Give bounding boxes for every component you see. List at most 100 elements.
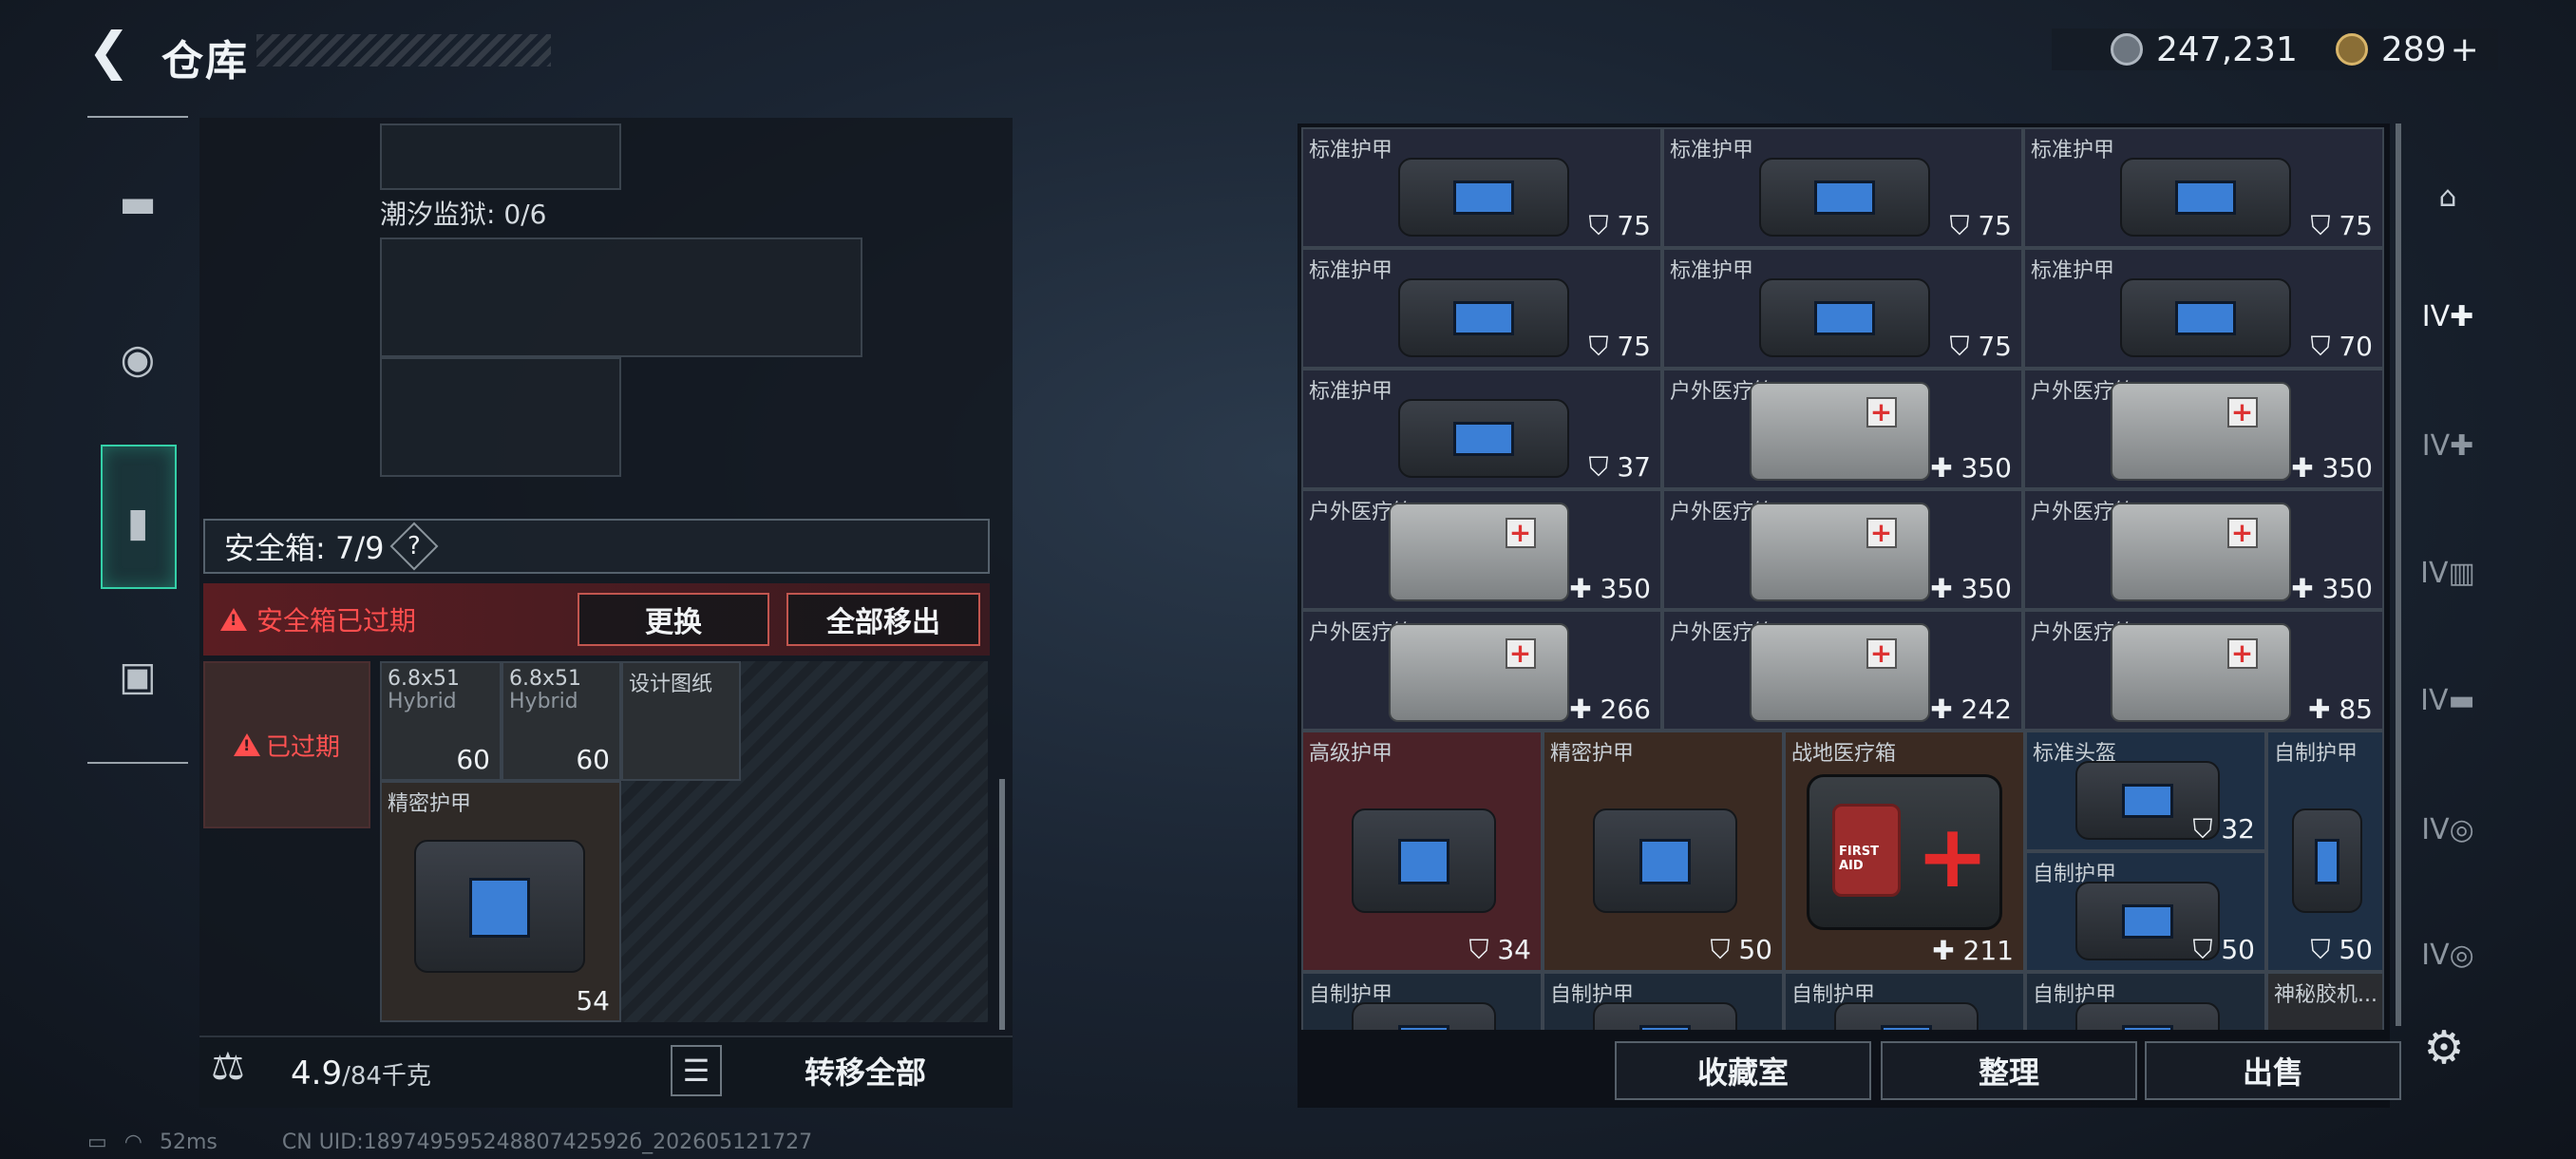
- stash-item-armor[interactable]: 精密护甲 ⛉ 50: [1543, 731, 1784, 972]
- stash-item-firstaid[interactable]: 战地医疗箱 FIRST AID + ✚ 211: [1784, 731, 2025, 972]
- stash-item-medkit[interactable]: 户外医疗箱 + ✚ 350: [1301, 489, 1662, 610]
- heal-value: ✚ 211: [1932, 935, 2014, 966]
- gear-icon[interactable]: ⚙: [2418, 1021, 2470, 1074]
- first-aid-icon: FIRST AID +: [1807, 774, 2002, 930]
- ammo-filter-icon[interactable]: IV ▥: [2416, 542, 2479, 604]
- heal-value: ✚ 350: [1569, 573, 1651, 604]
- stash-item-armor[interactable]: 自制护甲: [2025, 972, 2266, 1030]
- stash-item-armor[interactable]: 标准护甲 ⛉ 75: [2023, 127, 2384, 248]
- medkit-icon: +: [1389, 503, 1569, 601]
- premium-coin-icon: [2335, 33, 2368, 66]
- stash-item-armor[interactable]: 自制护甲: [1784, 972, 2025, 1030]
- coin-icon: [2111, 33, 2143, 66]
- stash-item-misc[interactable]: 神秘胶机...: [2266, 972, 2384, 1030]
- weapon-filter-icon[interactable]: IV ▬: [2416, 669, 2479, 732]
- armor-icon: [1759, 278, 1930, 357]
- heal-value: ✚ 85: [2308, 694, 2373, 725]
- stash-item-medkit[interactable]: 户外医疗箱 + ✚ 350: [1662, 369, 2023, 489]
- armor-icon: [1833, 1002, 1979, 1030]
- medkit-filter-icon[interactable]: IV ✚: [2416, 285, 2479, 348]
- safebox-item[interactable]: 已过期: [203, 661, 370, 828]
- safebox-item-ammo[interactable]: 6.8x51 Hybrid 60: [502, 661, 621, 781]
- stash-item-armor[interactable]: 自制护甲 ⛉ 50: [2266, 731, 2384, 972]
- gadget-filter-icon[interactable]: IV ◎: [2416, 923, 2479, 986]
- medkit-icon: +: [1389, 623, 1569, 722]
- armor-icon: [1759, 158, 1930, 237]
- weapon-icon[interactable]: ▬: [101, 165, 175, 239]
- medkit-icon: +: [1750, 623, 1930, 722]
- stash-item-medkit[interactable]: 户外医疗箱 + ✚ 266: [1301, 610, 1662, 731]
- prison-label: 潮汐监狱: 0/6: [380, 199, 547, 230]
- stash-item-armor[interactable]: 自制护甲 ⛉ 50: [2025, 851, 2266, 972]
- armor-icon: [2074, 1002, 2221, 1030]
- prison-slots-top[interactable]: [380, 238, 862, 357]
- wifi-icon: ◠: [123, 1130, 142, 1154]
- help-icon[interactable]: ?: [390, 522, 439, 571]
- expired-badge: 已过期: [265, 732, 340, 762]
- transfer-all-button[interactable]: 转移全部: [741, 1045, 990, 1096]
- stash-item-armor[interactable]: 自制护甲: [1543, 972, 1784, 1030]
- back-button[interactable]: ❮: [87, 25, 135, 78]
- safebox-header: 安全箱: 7/9 ?: [203, 519, 990, 574]
- prison-slots-bottom[interactable]: [380, 357, 621, 477]
- ping-text: 52ms: [160, 1130, 218, 1154]
- stash-item-helmet[interactable]: 标准头盔 ⛉ 32: [2025, 731, 2266, 851]
- left-scrollbar[interactable]: [999, 779, 1005, 1030]
- item-name: 高级护甲: [1309, 742, 1393, 766]
- item-name: 标准护甲: [1309, 139, 1393, 162]
- item-name: 标准护甲: [2031, 139, 2115, 162]
- item-name: 标准护甲: [2031, 259, 2115, 283]
- armor-icon: [1592, 808, 1738, 913]
- storage-slot[interactable]: [380, 124, 621, 190]
- stash-item-armor[interactable]: 自制护甲: [1301, 972, 1543, 1030]
- armor-icon: [1592, 1002, 1738, 1030]
- stash-item-armor[interactable]: 标准护甲 ⛉ 70: [2023, 248, 2384, 369]
- armor-icon[interactable]: ◉: [101, 321, 175, 395]
- stash-scrollbar[interactable]: [2396, 124, 2401, 1026]
- currency-bar: 247,231 289 +: [2052, 28, 2498, 70]
- replace-button[interactable]: 更换: [578, 593, 769, 646]
- armor-icon: [2120, 278, 2291, 357]
- durability-value: ⛉ 75: [1949, 210, 2012, 241]
- safebox-item-ammo[interactable]: 6.8x51 Hybrid 60: [380, 661, 502, 781]
- toolbox-icon[interactable]: ▣: [101, 638, 175, 712]
- medkit-icon: +: [2111, 503, 2291, 601]
- attachment-filter-icon[interactable]: IV ◎: [2416, 798, 2479, 861]
- list-icon[interactable]: ☰: [671, 1045, 722, 1096]
- heal-value: ✚ 350: [2291, 573, 2373, 604]
- stash-item-armor[interactable]: 高级护甲 ⛉ 34: [1301, 731, 1543, 972]
- sort-button[interactable]: 整理: [1881, 1041, 2137, 1100]
- stash-item-medkit[interactable]: 户外医疗箱 + ✚ 242: [1662, 610, 2023, 731]
- stash-item-medkit[interactable]: 户外医疗箱 + ✚ 350: [2023, 369, 2384, 489]
- stash-item-armor[interactable]: 标准护甲 ⛉ 75: [1301, 127, 1662, 248]
- coins-value: 247,231: [2156, 29, 2298, 69]
- collection-button[interactable]: 收藏室: [1615, 1041, 1871, 1100]
- durability-value: ⛉ 70: [2310, 331, 2373, 362]
- item-name: 神秘胶机...: [2274, 983, 2377, 1007]
- stash-item-armor[interactable]: 标准护甲 ⛉ 75: [1662, 127, 2023, 248]
- weight-icon: ⚖: [211, 1045, 245, 1089]
- durability-value: ⛉ 75: [1588, 210, 1651, 241]
- sell-button[interactable]: 出售: [2145, 1041, 2401, 1100]
- remove-all-button[interactable]: 全部移出: [786, 593, 980, 646]
- stash-item-medkit[interactable]: 户外医疗箱 + ✚ 350: [1662, 489, 2023, 610]
- stash-item-armor[interactable]: 标准护甲 ⛉ 75: [1662, 248, 2023, 369]
- helmet-filter-icon[interactable]: ⌂: [2416, 165, 2479, 228]
- stash-item-medkit[interactable]: 户外医疗箱 + ✚ 350: [2023, 489, 2384, 610]
- safebox-item-blueprint[interactable]: 设计图纸: [621, 661, 741, 781]
- stash-item-armor[interactable]: 标准护甲 ⛉ 75: [1301, 248, 1662, 369]
- heal-value: ✚ 350: [1930, 573, 2012, 604]
- stash-item-armor[interactable]: 标准护甲 ⛉ 37: [1301, 369, 1662, 489]
- armor-icon: [2291, 808, 2363, 913]
- title-decoration: [256, 34, 551, 66]
- medkit-filter-icon[interactable]: IV ✚: [2416, 414, 2479, 477]
- warning-icon: [233, 733, 260, 756]
- uid-text: CN UID:18974959524880742592б_20260512172…: [281, 1130, 813, 1154]
- stash-item-medkit[interactable]: 户外医疗箱 + ✚ 85: [2023, 610, 2384, 731]
- safebox-item-armor[interactable]: 精密护甲 54: [380, 781, 621, 1022]
- durability-value: ⛉ 75: [2310, 210, 2373, 241]
- heal-value: ✚ 350: [1930, 452, 2012, 484]
- add-currency-button[interactable]: +: [2451, 30, 2479, 69]
- status-bar: ▭ ◠ 52ms CN UID:18974959524880742592б_20…: [87, 1130, 812, 1154]
- armor-icon: [1351, 808, 1497, 913]
